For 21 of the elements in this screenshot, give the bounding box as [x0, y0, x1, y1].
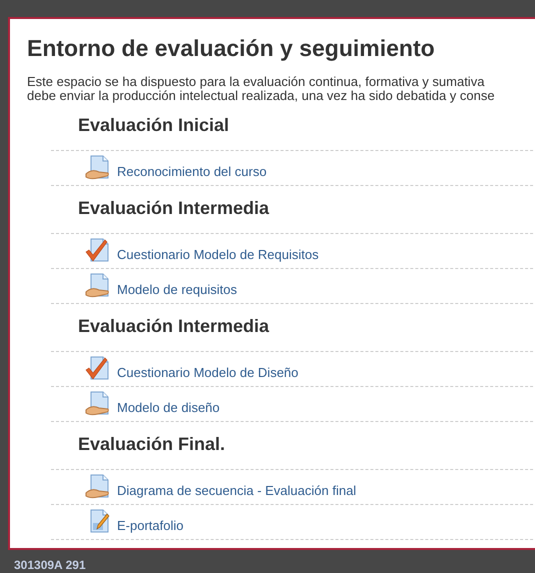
hand-document-icon — [85, 273, 111, 299]
activity-link[interactable]: Cuestionario Modelo de Diseño — [117, 358, 298, 380]
description-text: debe enviar la producción intelectual realizada, una vez ha sido debatida y conse — [27, 89, 495, 103]
section-heading: Evaluación Intermedia — [51, 186, 535, 234]
description-text: Este espacio se ha dispuesto para la evaluación continua, formativa y sumativa — [27, 75, 484, 89]
activity-link[interactable]: Reconocimiento del curso — [117, 158, 267, 178]
activity-link[interactable]: Modelo de requisitos — [117, 276, 237, 296]
course-code: 301309A 291 — [14, 558, 86, 572]
hand-document-icon — [85, 391, 111, 417]
section-heading: Evaluación Final. — [51, 422, 535, 470]
checklist-icon — [85, 238, 111, 264]
checklist-icon — [85, 356, 111, 382]
activity-link[interactable]: Diagrama de secuencia - Evaluación final — [117, 476, 356, 498]
dialog-title: Entorno de evaluación y seguimiento — [27, 35, 435, 62]
activity-link[interactable]: Modelo de diseño — [117, 394, 220, 414]
hand-document-icon — [85, 155, 111, 181]
section-heading: Evaluación Inicial — [51, 103, 535, 151]
activity-link[interactable]: E-portafolio — [117, 512, 184, 532]
hand-document-icon — [85, 474, 111, 500]
activity-link[interactable]: Cuestionario Modelo de Requisitos — [117, 240, 319, 262]
section-heading: Evaluación Intermedia — [51, 304, 535, 352]
